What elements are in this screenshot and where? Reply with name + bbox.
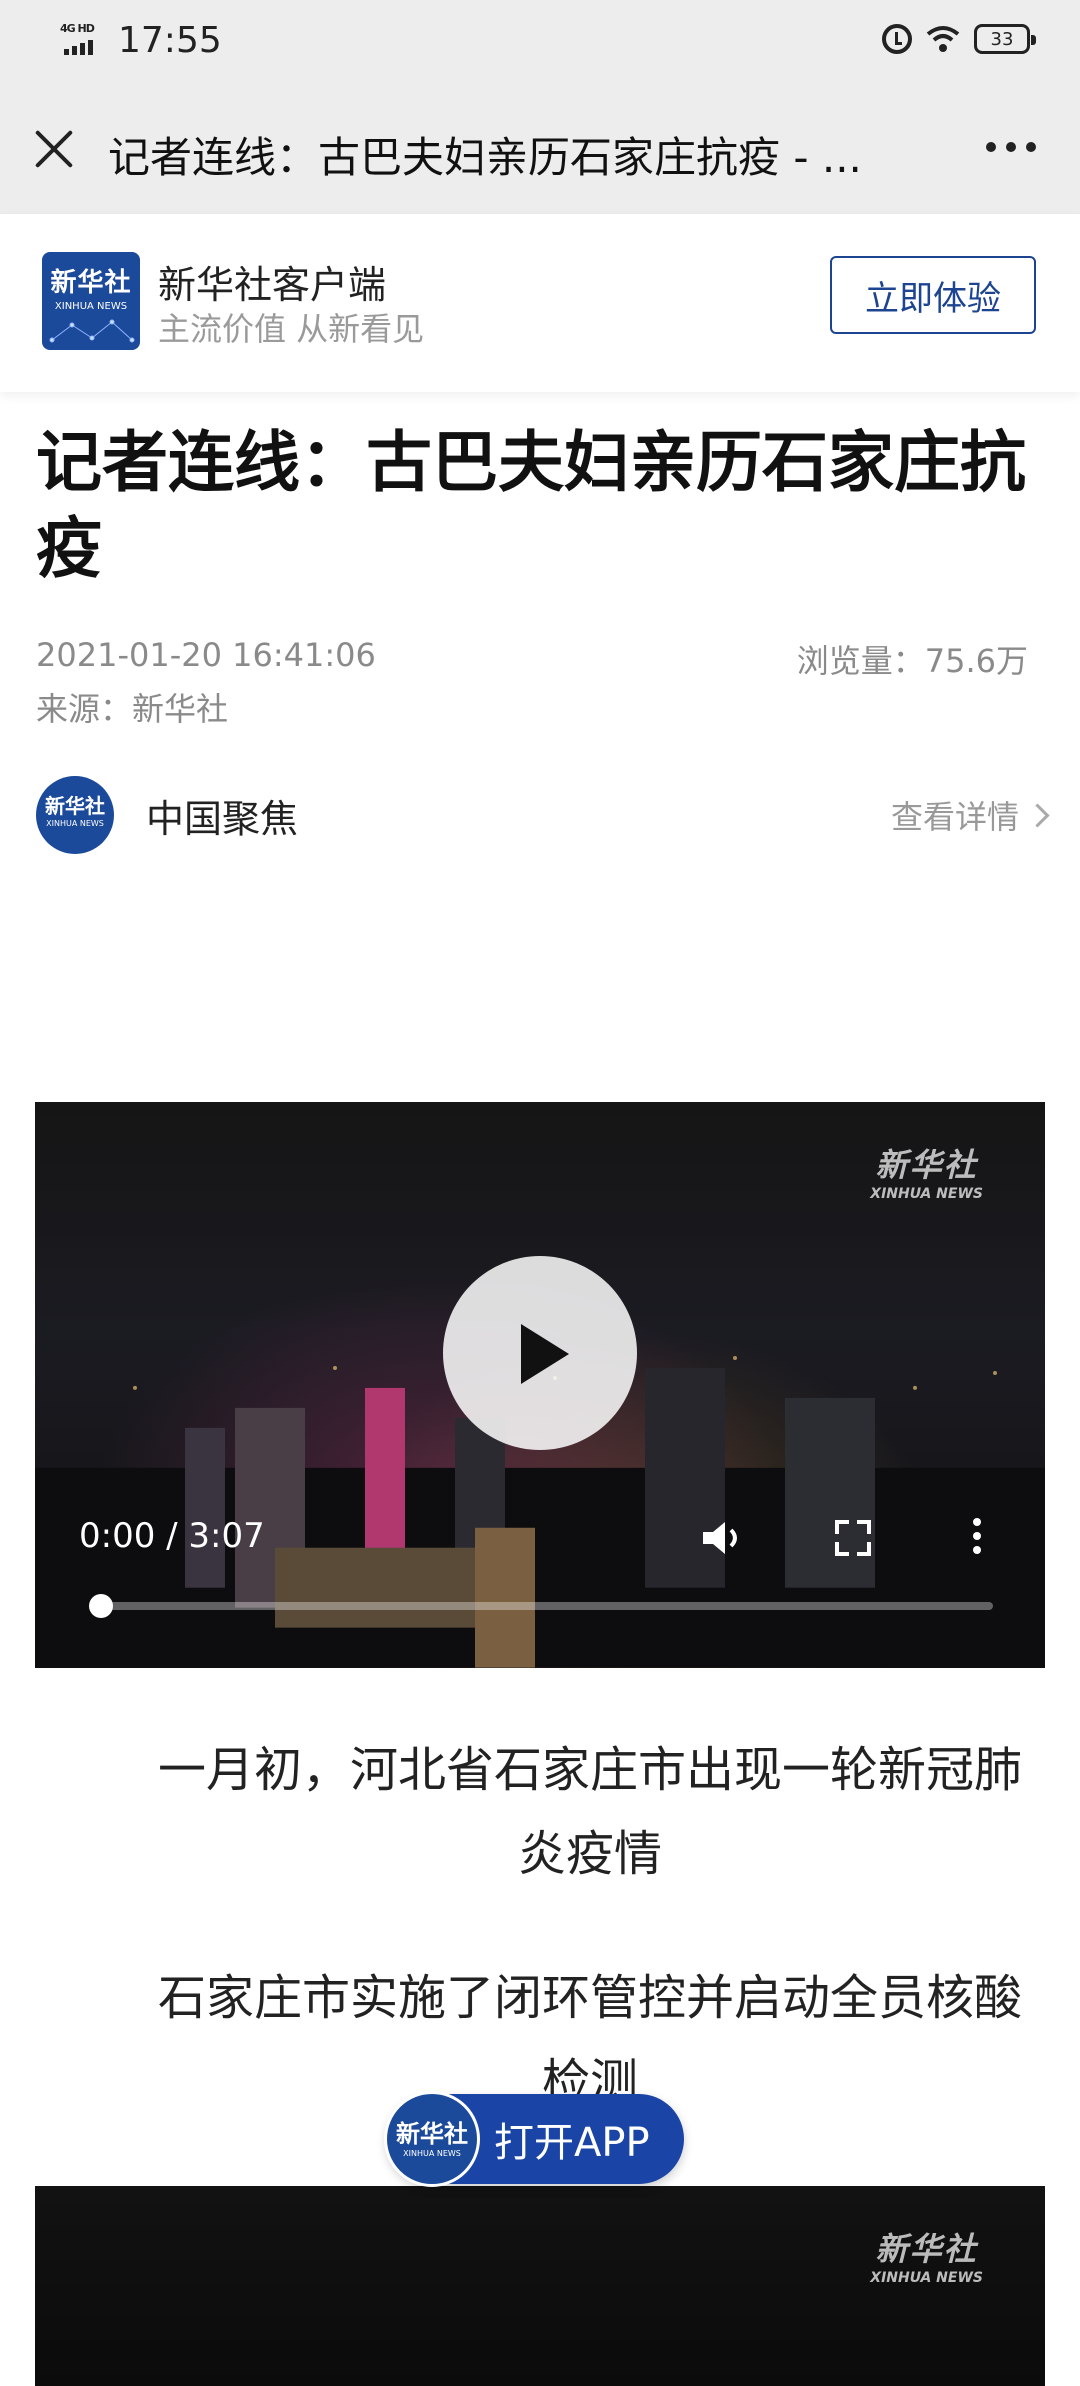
- open-app-label: 打开APP: [494, 2120, 650, 2166]
- author-row: 新华社 XINHUA NEWS 中国聚焦 查看详情: [36, 774, 1050, 854]
- try-now-button[interactable]: 立即体验: [830, 256, 1036, 334]
- xinhua-logo: 新华社 XINHUA NEWS: [42, 252, 140, 350]
- xinhua-logo: 新华社 XINHUA NEWS: [384, 2091, 480, 2187]
- alarm-icon: [882, 24, 912, 54]
- view-details-link[interactable]: 查看详情: [890, 792, 1050, 838]
- open-app-button[interactable]: 新华社 XINHUA NEWS 打开APP: [384, 2091, 684, 2187]
- article-paragraph: 一月初，河北省石家庄市出现一轮新冠肺炎疫情: [157, 1742, 1022, 1882]
- close-icon[interactable]: [32, 126, 76, 170]
- xinhua-watermark: 新华社 XINHUA NEWS: [870, 2230, 983, 2286]
- more-options-icon[interactable]: [986, 142, 1036, 152]
- network-signal-icon: 4G HD: [60, 22, 104, 58]
- video-time: 0:00 / 3:07: [79, 1516, 265, 1556]
- video-player[interactable]: 新华社 XINHUA NEWS 0:00 / 3:07: [35, 1102, 1045, 1668]
- avatar[interactable]: 新华社 XINHUA NEWS: [36, 776, 114, 854]
- view-details-label: 查看详情: [890, 798, 1019, 836]
- publish-date: 2021-01-20 16:41:06: [36, 636, 376, 674]
- author-name[interactable]: 中国聚焦: [146, 788, 298, 843]
- app-download-banner: 新华社 XINHUA NEWS 新华社客户端 主流价值 从新看见 立即体验: [0, 214, 1080, 392]
- app-slogan: 主流价值 从新看见: [158, 310, 425, 348]
- browser-title-bar: 记者连线：古巴夫妇亲历石家庄抗疫 - ...: [0, 86, 1080, 214]
- fullscreen-icon[interactable]: [835, 1520, 871, 1556]
- chevron-right-icon: [1025, 802, 1050, 828]
- video-player-2[interactable]: 新华社 XINHUA NEWS: [35, 2186, 1045, 2386]
- status-time: 17:55: [118, 20, 222, 61]
- xinhua-watermark: 新华社 XINHUA NEWS: [870, 1146, 983, 1202]
- view-count: 浏览量：75.6万: [796, 642, 1028, 680]
- page-title: 记者连线：古巴夫妇亲历石家庄抗疫 - ...: [108, 133, 862, 182]
- battery-icon: 33: [974, 24, 1036, 54]
- progress-knob[interactable]: [89, 1594, 113, 1618]
- app-name: 新华社客户端: [158, 263, 387, 307]
- status-bar: 4G HD 17:55 33: [0, 0, 1080, 86]
- play-button[interactable]: [443, 1256, 637, 1450]
- video-more-icon[interactable]: [973, 1518, 981, 1554]
- wifi-icon: [926, 26, 960, 52]
- article-title: 记者连线：古巴夫妇亲历石家庄抗疫: [36, 424, 1026, 587]
- network-type: 4G HD: [60, 22, 95, 35]
- volume-icon[interactable]: [699, 1516, 749, 1560]
- video-progress-bar[interactable]: [89, 1594, 993, 1618]
- article-source: 来源：新华社: [36, 690, 229, 728]
